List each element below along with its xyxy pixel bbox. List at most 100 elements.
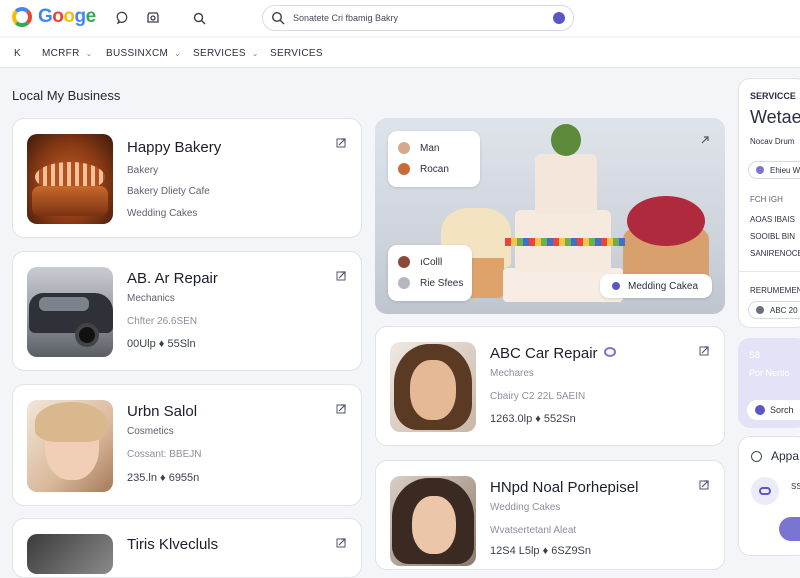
item-dot-icon	[756, 306, 764, 314]
promo-line: S8	[749, 350, 761, 360]
nav-item-3[interactable]: SERVICES ⌄	[193, 48, 259, 59]
hero-info-box-top: Man Rocan	[388, 131, 480, 187]
hero-info-row[interactable]: Man	[398, 142, 439, 154]
search-input[interactable]: Sonatete Cri fbamig Bakry	[293, 13, 553, 23]
business-card-hnpd-noal[interactable]: HNpd Noal Porhepisel Wedding Cakes Wvats…	[375, 460, 725, 570]
cake-image	[27, 134, 113, 224]
hero-info-label: Rie Sfees	[420, 277, 464, 289]
action-button[interactable]	[779, 517, 800, 541]
item-label: ABC 20	[770, 305, 798, 315]
card-detail: Wedding Cakes	[127, 208, 198, 219]
tag-dot-icon	[612, 282, 620, 290]
hero-info-row[interactable]: Rocan	[398, 163, 449, 175]
card-stats: 12S4 L5lp ♦ 6SZ9Sn	[490, 545, 592, 557]
business-card-abc-car-repair[interactable]: ABC Car Repair Mechares Cbairy C2 22L 5A…	[375, 326, 725, 446]
card-title: Tiris Klvecluls	[127, 536, 219, 553]
search-bar[interactable]: Sonatete Cri fbamig Bakry	[262, 5, 574, 31]
portrait-image	[390, 476, 476, 566]
card-category: Cosmetics	[127, 426, 174, 437]
hero-info-row[interactable]: Rie Sfees	[398, 277, 463, 289]
open-external-icon[interactable]	[698, 345, 710, 357]
card-category: Wedding Cakes	[490, 502, 561, 513]
hero-info-row[interactable]: ıColll	[398, 256, 442, 268]
nav-item-4[interactable]: SERVICES	[270, 48, 323, 59]
promo-line: Por Nertlo	[749, 368, 790, 378]
appointments-small: SS	[791, 482, 800, 491]
nav-label: BUSSINXCM	[106, 48, 169, 59]
logo-letter: G	[38, 6, 53, 27]
promo-panel: S8 Por Nertlo Sorch	[738, 338, 800, 428]
panel-item[interactable]: ABC 20	[748, 301, 800, 319]
open-external-icon[interactable]	[335, 537, 347, 549]
open-external-icon[interactable]	[698, 135, 710, 147]
business-card-happy-bakery[interactable]: Happy Bakery Bakery Bakery Dliety Cafe W…	[12, 118, 362, 238]
open-external-icon[interactable]	[335, 270, 347, 282]
card-stats: 235.ln ♦ 6955n	[127, 472, 200, 484]
hero-tag[interactable]: Medding Cakea	[600, 274, 712, 298]
logo-letter: e	[85, 6, 97, 27]
card-stats: 00Ulp ♦ 55Sln	[127, 338, 196, 350]
hero-info-label: Man	[420, 142, 440, 154]
card-detail: Wvatsertetanl Aleat	[490, 525, 577, 536]
panel-subtitle: Nocav Drum	[750, 137, 795, 146]
card-detail: Cbairy C2 22L 5AEIN	[490, 391, 586, 402]
nav-item-2[interactable]: BUSSINXCM ⌄	[106, 48, 181, 59]
panel-row: SANIRENOCE	[750, 249, 800, 258]
open-external-icon[interactable]	[335, 137, 347, 149]
open-external-icon[interactable]	[335, 403, 347, 415]
search-icon	[755, 405, 765, 415]
hero-info-box-bottom: ıColll Rie Sfees	[388, 245, 472, 301]
hero-info-label: Rocan	[420, 163, 449, 175]
avatar	[398, 163, 410, 175]
radio-icon[interactable]	[751, 451, 762, 462]
logo-letter: o	[52, 6, 64, 27]
link-icon[interactable]	[751, 477, 779, 505]
divider	[739, 271, 800, 272]
nav-label: MCRFR	[42, 48, 80, 59]
card-title: Happy Bakery	[127, 139, 222, 156]
chat-icon[interactable]	[115, 10, 131, 26]
card-title: AB. Ar Repair	[127, 270, 218, 287]
business-card-tiris-klvecluls[interactable]: Tiris Klvecluls	[12, 518, 362, 578]
appointments-panel: Appa SS	[738, 436, 800, 556]
hero-cake-image: Man Rocan ıColll Rie Sfees Medding Cakea	[375, 118, 725, 314]
chip-dot-icon	[756, 166, 764, 174]
nav-bar: K MCRFR ⌄ BUSSINXCM ⌄ SERVICES ⌄ SERVICES	[0, 38, 800, 68]
panel-heading: RERUMEMEN	[750, 286, 800, 295]
panel-subheading: FCH IGH	[750, 195, 783, 204]
google-g-icon	[12, 7, 32, 27]
business-card-urbn-salol[interactable]: Urbn Salol Cosmetics Cossant: BBEJN 235.…	[12, 384, 362, 506]
car-image	[27, 267, 113, 357]
portrait-image	[390, 342, 476, 432]
panel-chip[interactable]: Ehieu W	[748, 161, 800, 179]
logo-letter: g	[74, 6, 87, 27]
back-label: K	[14, 48, 21, 59]
card-category: Bakery	[127, 165, 159, 176]
chip-label: Ehieu W	[770, 165, 800, 175]
search-field-icon	[271, 11, 285, 25]
card-category: Mechanics	[127, 293, 175, 304]
services-panel: SERVICCE Wetae Nocav Drum Ehieu W FCH IG…	[738, 78, 800, 328]
card-detail: Cossant: BBEJN	[127, 449, 202, 460]
hero-tag-label: Medding Cakea	[628, 280, 699, 292]
verified-icon	[604, 347, 616, 357]
mic-icon[interactable]	[553, 12, 565, 24]
card-stats: 1263.0lp ♦ 552Sn	[490, 413, 576, 425]
search-button[interactable]: Sorch	[747, 400, 800, 420]
back-button[interactable]: K	[14, 48, 21, 59]
open-external-icon[interactable]	[698, 479, 710, 491]
logo-letter: o	[63, 6, 75, 27]
avatar	[398, 256, 410, 268]
card-title: Urbn Salol	[127, 403, 198, 420]
nav-item-1[interactable]: MCRFR ⌄	[42, 48, 93, 59]
portrait-image	[27, 400, 113, 492]
settings-icon[interactable]	[145, 10, 161, 26]
logo[interactable]: Googe	[12, 6, 96, 28]
chevron-down-icon: ⌄	[251, 49, 259, 58]
card-title: ABC Car Repair	[490, 345, 598, 362]
panel-row: AOAS IBAIS	[750, 215, 795, 224]
business-card-ab-ar-repair[interactable]: AB. Ar Repair Mechanics Chfter 26.6SEN 0…	[12, 251, 362, 371]
panel-title: Wetae	[750, 107, 800, 127]
search-button-label: Sorch	[770, 405, 794, 415]
search-icon[interactable]	[191, 10, 207, 26]
